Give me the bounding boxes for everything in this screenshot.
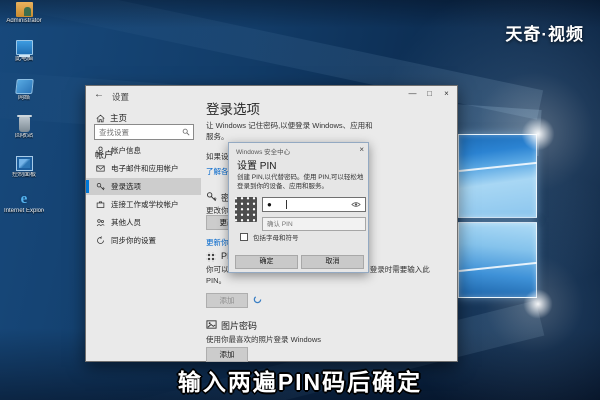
settings-search-box[interactable] <box>94 124 194 140</box>
checkbox-label: 包括字母和符号 <box>253 235 299 242</box>
picture-section-label: 图片密码 <box>221 321 258 331</box>
minimize-button[interactable]: — <box>404 87 421 100</box>
desktop-icon-label: 回收站 <box>14 133 33 139</box>
sidebar-item-label: 连接工作或学校帐户 <box>111 200 179 209</box>
dialog-body-text: 创建 PIN,以代替密码。使用 PIN,可以轻松地登录到你的设备、应用和服务。 <box>237 174 364 191</box>
recycle-bin-icon <box>16 115 32 132</box>
ok-button[interactable]: 确定 <box>235 255 298 269</box>
dialog-close-icon[interactable]: × <box>359 145 364 154</box>
sidebar-item-work-school[interactable]: 连接工作或学校帐户 <box>86 196 201 213</box>
windows-logo-bottom-pane <box>458 222 537 298</box>
sidebar-item-home[interactable]: 主页 <box>96 112 127 124</box>
control-panel-icon <box>15 156 33 171</box>
pin-keypad-icon <box>206 252 216 262</box>
settings-titlebar[interactable]: ← 设置 — □ × <box>86 86 457 106</box>
cancel-button[interactable]: 取消 <box>301 255 364 269</box>
sidebar-item-other-people[interactable]: 其他人员 <box>86 214 201 231</box>
close-button[interactable]: × <box>438 87 455 100</box>
network-icon <box>14 79 34 94</box>
picture-password-icon <box>206 320 217 329</box>
home-icon <box>96 114 105 122</box>
back-icon[interactable]: ← <box>94 89 104 100</box>
picture-desc: 使用你最喜欢的照片登录 Windows <box>206 335 322 344</box>
add-picture-password-button[interactable]: 添加 <box>206 347 248 362</box>
person-icon <box>97 146 104 155</box>
busy-spinner <box>253 295 262 304</box>
logo-glow <box>522 288 554 320</box>
desktop-icon-internet-explorer[interactable]: e Internet Explorer <box>4 192 44 215</box>
dialog-keypad-icon <box>235 197 257 222</box>
key-icon <box>96 182 105 191</box>
window-title: 设置 <box>112 92 130 102</box>
pin-masked-char: ● <box>267 200 272 209</box>
sidebar-item-label: 电子邮件和应用帐户 <box>111 164 179 173</box>
page-title: 登录选项 <box>206 102 260 117</box>
sidebar-item-account-info[interactable]: 帐户信息 <box>86 142 201 159</box>
signin-intro-text: 让 Windows 记住密码,以便登录 Windows、应用和服务。 <box>206 121 373 141</box>
checkbox[interactable] <box>240 233 248 241</box>
briefcase-icon <box>96 201 105 208</box>
sidebar-item-label: 同步你的设置 <box>111 236 156 245</box>
search-icon <box>182 128 190 136</box>
windows-security-dialog: Windows 安全中心 × 设置 PIN 创建 PIN,以代替密码。使用 PI… <box>228 142 369 273</box>
channel-watermark: 天奇·视频 <box>505 25 584 44</box>
desktop-icon-user-folder[interactable]: Administrator <box>4 2 44 25</box>
user-folder-icon <box>15 2 33 17</box>
desktop-icon-network[interactable]: 网络 <box>4 79 44 102</box>
desktop-icon-label: Administrator <box>6 18 42 24</box>
sidebar-item-label: 登录选项 <box>111 182 141 191</box>
maximize-button[interactable]: □ <box>421 87 438 100</box>
sidebar-item-label: 帐户信息 <box>111 146 141 155</box>
sidebar-item-signin-options[interactable]: 登录选项 <box>86 178 201 195</box>
include-letters-checkbox-row[interactable]: 包括字母和符号 <box>240 232 299 242</box>
sync-icon <box>97 236 104 244</box>
add-pin-button[interactable]: 添加 <box>206 293 248 308</box>
desktop-icon-label: 网络 <box>17 95 30 101</box>
sidebar-item-email-accounts[interactable]: 电子邮件和应用帐户 <box>86 160 201 177</box>
ie-icon: e <box>20 191 28 207</box>
video-subtitle: 输入两遍PIN码后确定 <box>177 369 423 395</box>
people-icon <box>96 219 105 227</box>
desktop-icon-recycle-bin[interactable]: 回收站 <box>4 115 44 140</box>
desktop-icon-this-pc[interactable]: 此电脑 <box>4 40 44 63</box>
sidebar-item-label: 其他人员 <box>111 218 141 227</box>
eye-icon[interactable] <box>351 201 361 208</box>
dialog-heading: 设置 PIN <box>237 161 277 172</box>
sidebar-item-sync-settings[interactable]: 同步你的设置 <box>86 232 201 249</box>
desktop-icon-label: 控制面板 <box>11 172 36 178</box>
home-label: 主页 <box>110 113 128 123</box>
dialog-title: Windows 安全中心 <box>236 149 291 156</box>
search-input[interactable] <box>95 127 179 137</box>
desktop-icon-control-panel[interactable]: 控制面板 <box>4 156 44 179</box>
logo-glow <box>520 116 556 152</box>
text-caret <box>285 200 287 209</box>
this-pc-icon <box>15 40 33 57</box>
password-key-icon <box>207 192 217 202</box>
confirm-pin-input[interactable] <box>262 217 366 231</box>
new-pin-input[interactable]: ● <box>262 197 366 212</box>
mail-icon <box>96 165 105 172</box>
desktop-icon-label: Internet Explorer <box>4 208 44 214</box>
